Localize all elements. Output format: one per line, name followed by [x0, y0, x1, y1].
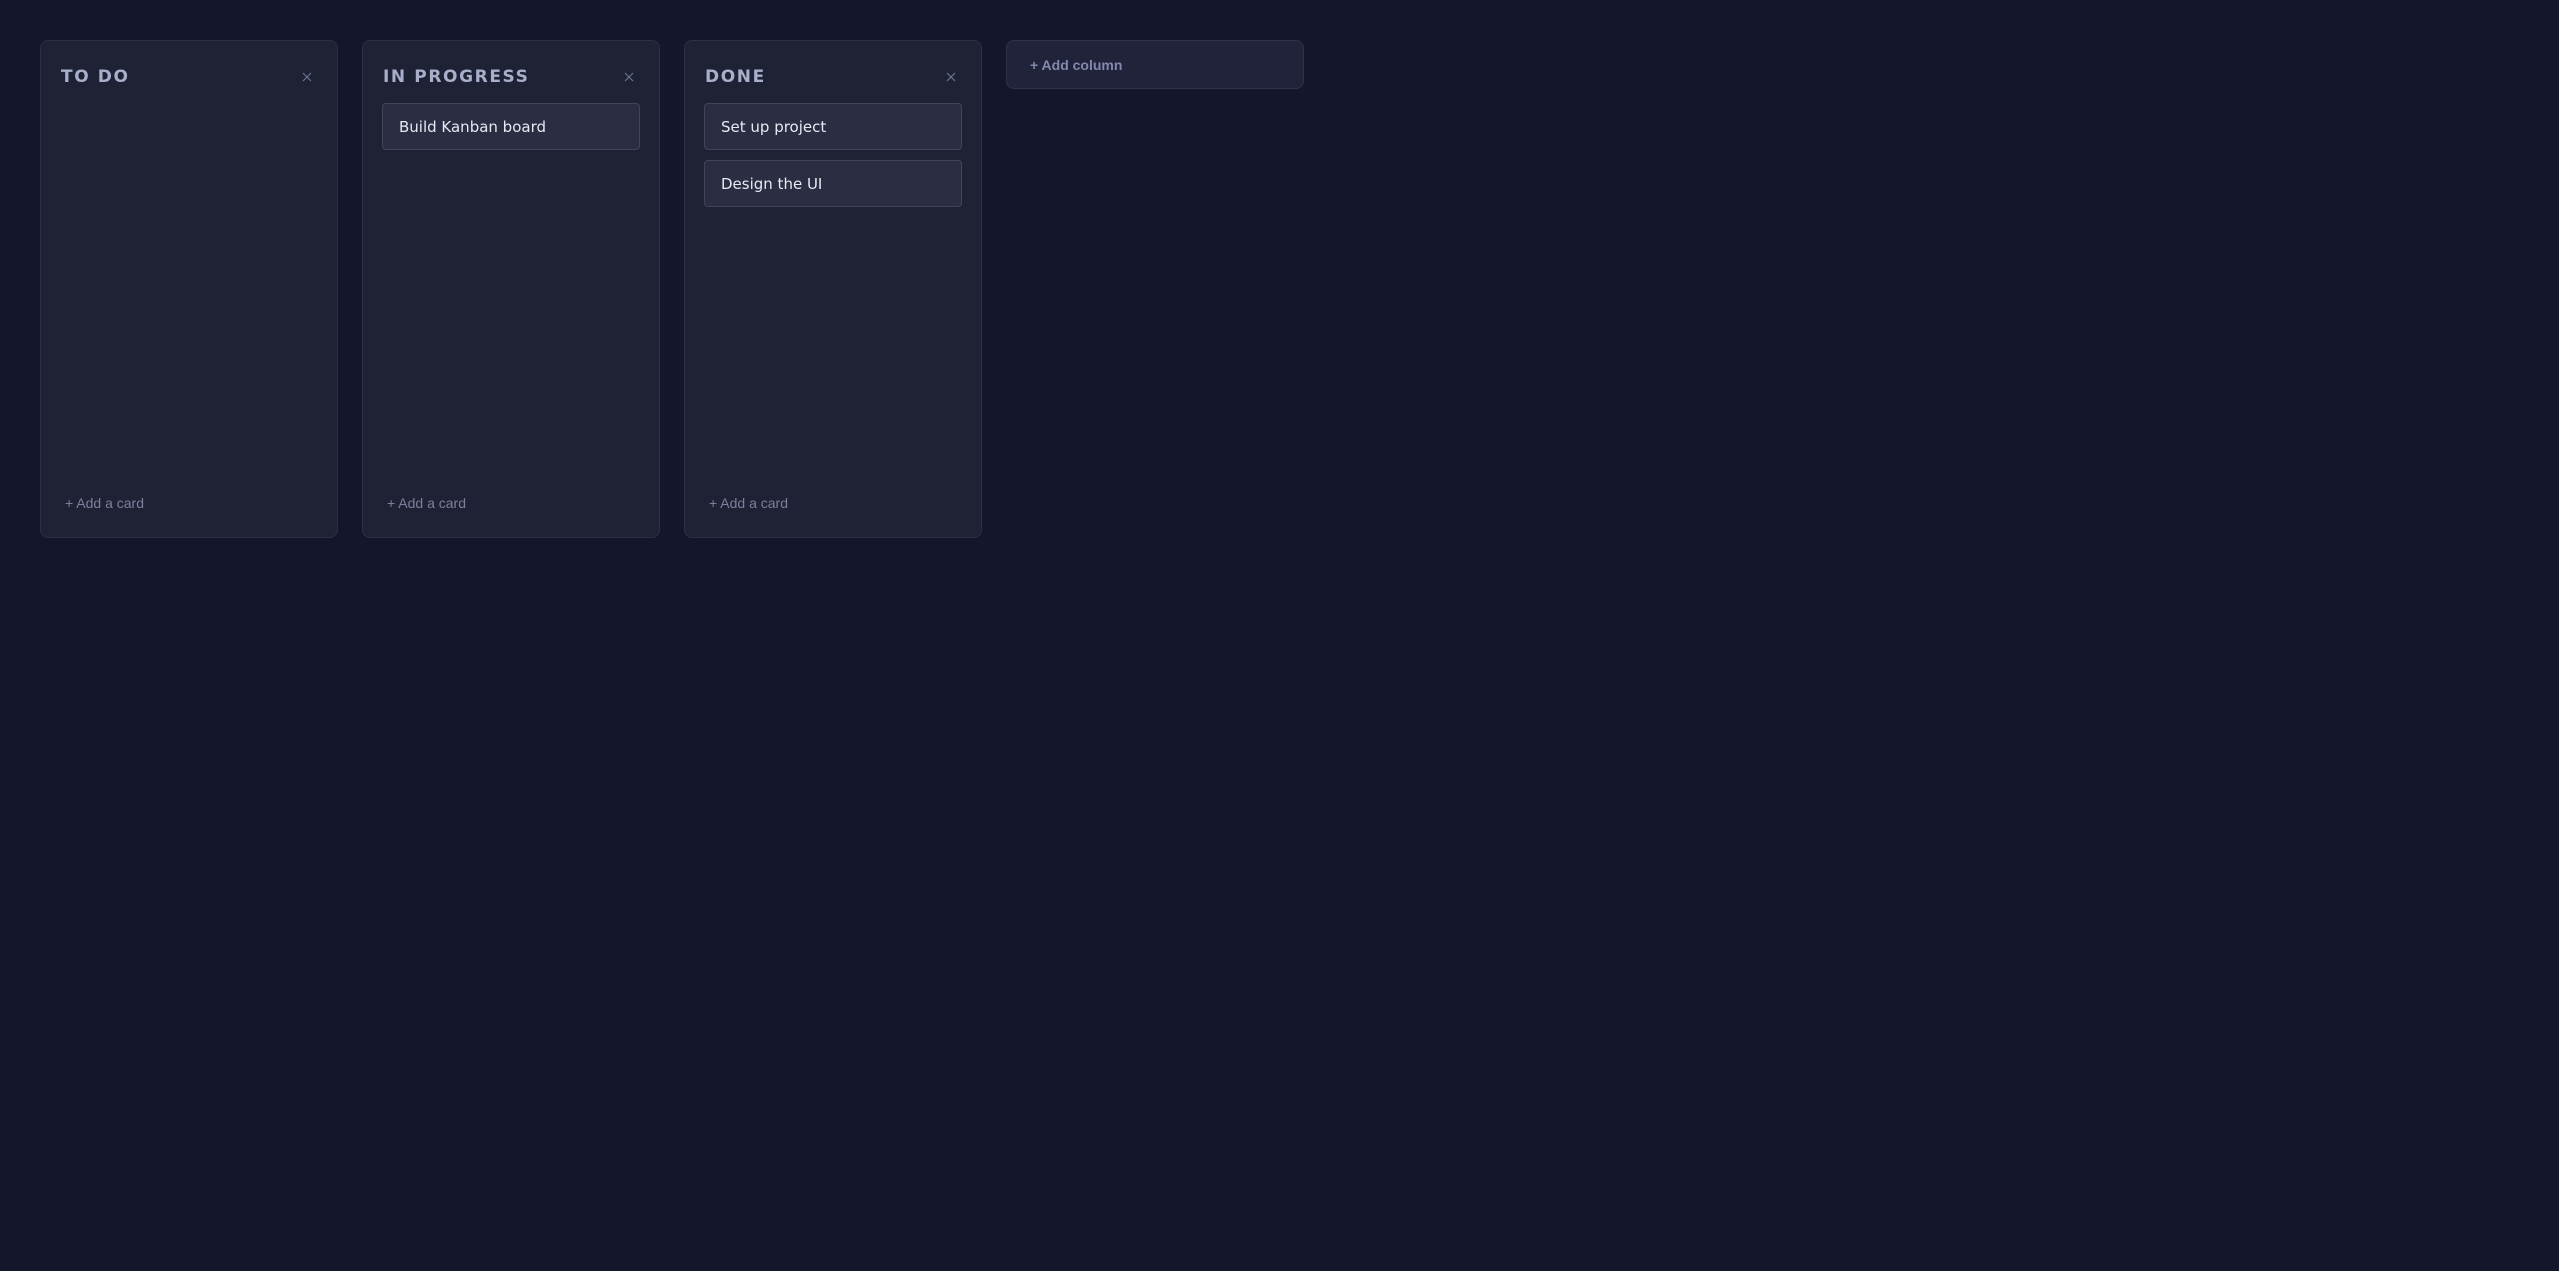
- card[interactable]: Design the UI: [704, 160, 962, 207]
- column-header: IN PROGRESS: [383, 65, 639, 89]
- column-to-do: TO DO + Add a card: [40, 40, 338, 538]
- kanban-board: TO DO + Add a card IN PROGRESS Build Kan…: [40, 40, 1304, 538]
- card-list: Set up project Design the UI: [704, 103, 962, 207]
- add-card-button[interactable]: + Add a card: [387, 495, 466, 511]
- close-icon[interactable]: [941, 67, 961, 87]
- card-list: Build Kanban board: [382, 103, 640, 150]
- close-icon[interactable]: [619, 67, 639, 87]
- column-header: TO DO: [61, 65, 317, 89]
- card[interactable]: Build Kanban board: [382, 103, 640, 150]
- column-title: TO DO: [61, 67, 130, 87]
- column-title: IN PROGRESS: [383, 67, 530, 87]
- column-header: DONE: [705, 65, 961, 89]
- card[interactable]: Set up project: [704, 103, 962, 150]
- close-icon[interactable]: [297, 67, 317, 87]
- column-done: DONE Set up project Design the UI + Add …: [684, 40, 982, 538]
- add-card-button[interactable]: + Add a card: [709, 495, 788, 511]
- column-in-progress: IN PROGRESS Build Kanban board + Add a c…: [362, 40, 660, 538]
- add-column-button[interactable]: + Add column: [1006, 40, 1304, 89]
- add-card-button[interactable]: + Add a card: [65, 495, 144, 511]
- column-title: DONE: [705, 67, 766, 87]
